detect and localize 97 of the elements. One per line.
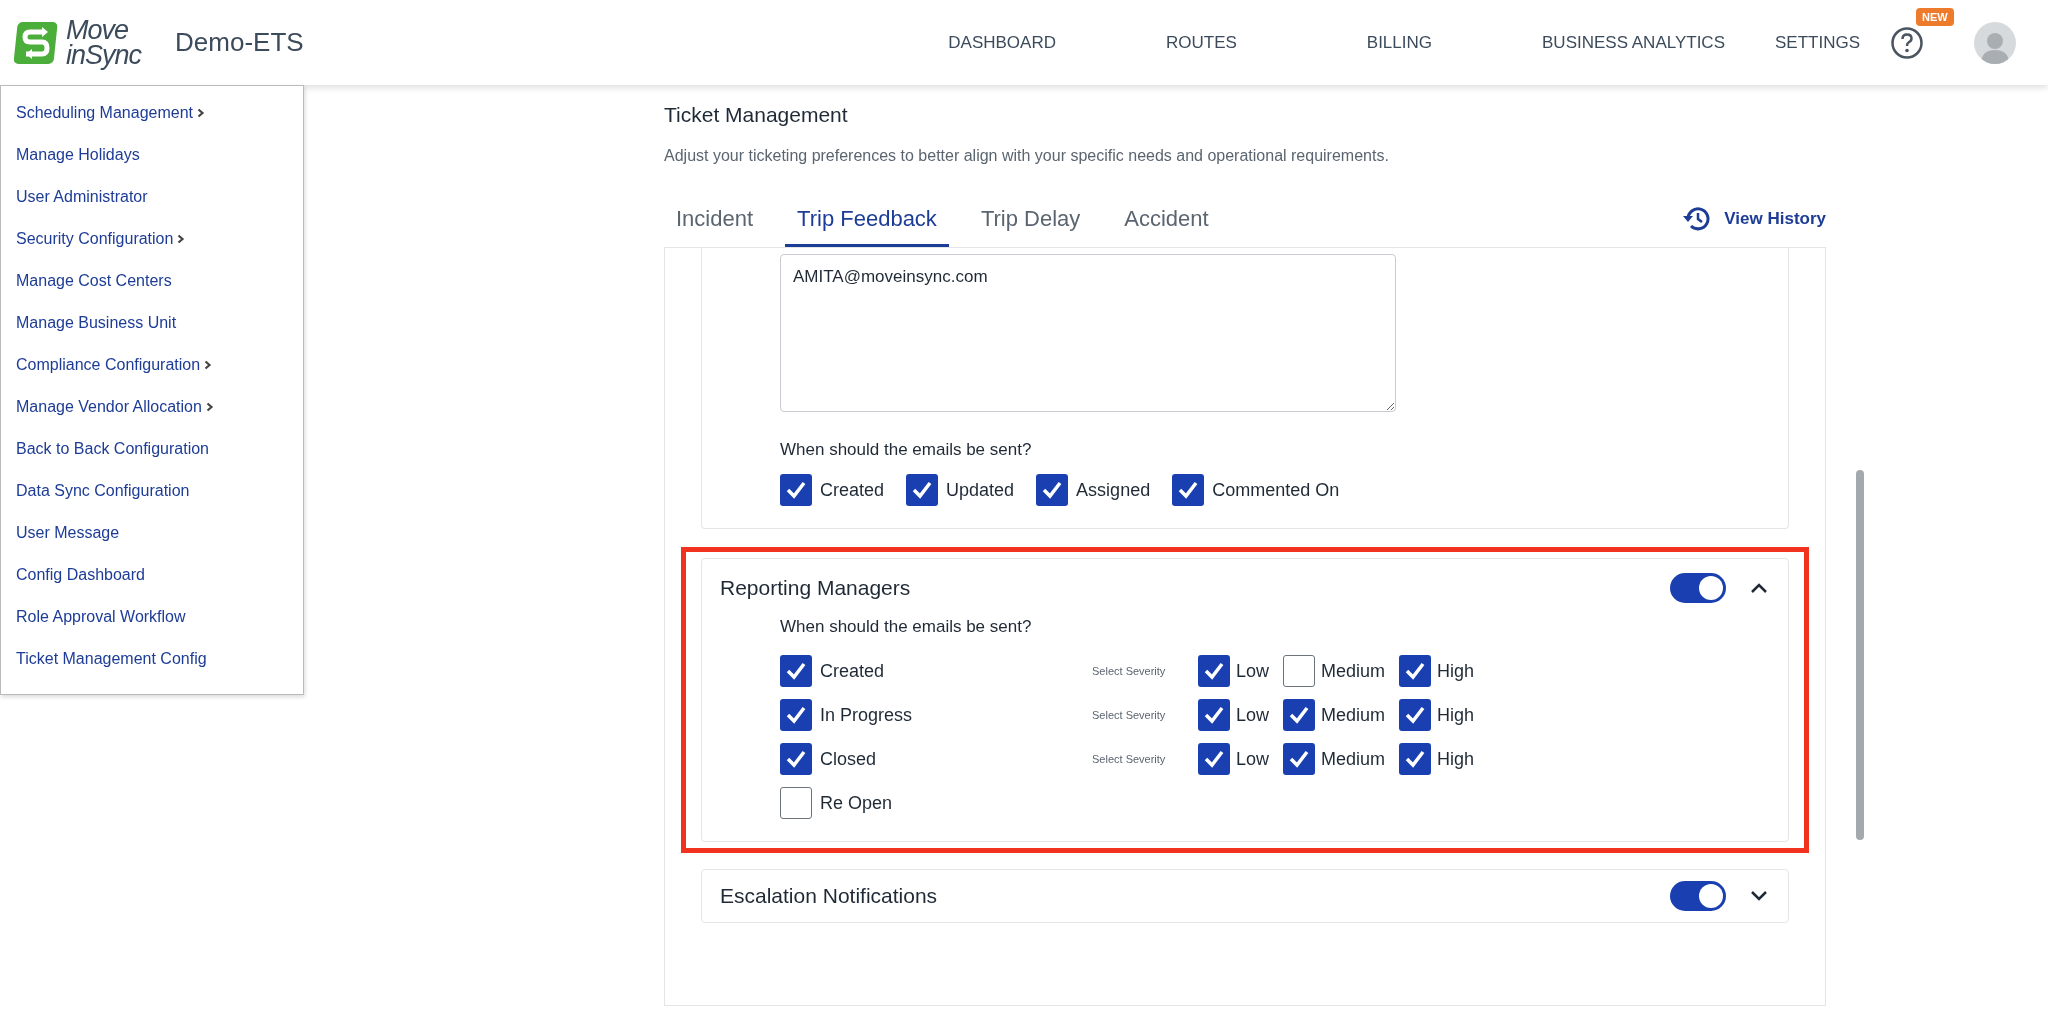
checkbox[interactable] <box>1399 655 1432 687</box>
checkbox[interactable] <box>1198 699 1230 731</box>
severity-label: Select Severity <box>1092 709 1167 721</box>
checkbox[interactable] <box>1399 699 1432 731</box>
section-title: Reporting Managers <box>720 576 911 600</box>
menu-item[interactable]: Back to Back Configuration <box>1 428 303 470</box>
checkbox-label: High <box>1437 748 1475 770</box>
checkbox-label: In Progress <box>820 704 913 726</box>
menu-item[interactable]: Manage Cost Centers <box>1 260 303 302</box>
checkbox[interactable] <box>1198 743 1230 775</box>
logo-text: Move inSync <box>66 17 142 68</box>
nav-link[interactable]: DASHBOARD <box>948 32 1056 53</box>
check-icon <box>1404 704 1427 726</box>
toggle-switch[interactable] <box>1670 573 1726 603</box>
menu-item[interactable]: Manage Holidays <box>1 134 303 176</box>
menu-item[interactable]: User Message <box>1 512 303 554</box>
check-icon <box>911 479 934 501</box>
menu-item[interactable]: Manage Vendor Allocation <box>1 386 303 428</box>
tab[interactable]: Accident <box>1112 206 1221 247</box>
page-title: Ticket Management <box>664 103 849 127</box>
check-icon <box>1203 704 1225 726</box>
organization-name: Demo-ETS <box>175 27 304 58</box>
check-icon <box>785 748 807 770</box>
severity-label: Select Severity <box>1092 753 1167 765</box>
checkbox[interactable] <box>1036 474 1069 506</box>
nav-link[interactable]: BILLING <box>1366 32 1432 53</box>
nav-link[interactable]: ROUTES <box>1165 32 1237 53</box>
checkbox[interactable] <box>780 787 812 819</box>
checkbox[interactable] <box>780 699 812 731</box>
chevron-right-icon <box>197 108 205 118</box>
check-icon <box>1288 748 1311 770</box>
checkbox[interactable] <box>1283 743 1316 775</box>
checkbox-label: Re Open <box>820 792 893 814</box>
checkbox[interactable] <box>1283 655 1316 687</box>
check-icon <box>1041 479 1064 501</box>
checkbox-label: High <box>1437 660 1475 682</box>
checkbox-label: Low <box>1236 660 1270 682</box>
menu-item[interactable]: Data Sync Configuration <box>1 470 303 512</box>
checkbox-label: Assigned <box>1076 479 1151 501</box>
checkbox-label: Low <box>1236 748 1270 770</box>
chevron-right-icon <box>205 402 214 412</box>
history-icon <box>1682 205 1713 233</box>
check-icon <box>785 660 807 682</box>
new-badge: NEW <box>1916 7 1954 26</box>
severity-label: Select Severity <box>1092 665 1167 677</box>
checkbox-label: High <box>1437 704 1475 726</box>
page-subtitle: Adjust your ticketing preferences to better align with your specific needs and operational requirements. <box>664 147 1390 165</box>
check-icon <box>785 479 807 501</box>
checkbox[interactable] <box>1283 699 1316 731</box>
menu-item[interactable]: Config Dashboard <box>1 554 303 596</box>
menu-item[interactable]: Ticket Management Config <box>1 638 303 680</box>
section-title: Escalation Notifications <box>720 884 938 908</box>
check-icon <box>1203 660 1225 682</box>
chevron-up-icon[interactable] <box>1750 582 1768 594</box>
checkbox[interactable] <box>906 474 939 506</box>
checkbox-label: Created <box>820 660 885 682</box>
check-icon <box>1177 479 1200 501</box>
menu-item[interactable]: Manage Business Unit <box>1 302 303 344</box>
nav-link[interactable]: BUSINESS ANALYTICS <box>1542 32 1725 53</box>
checkbox-label: Medium <box>1321 660 1386 682</box>
checkbox-label: Created <box>820 479 885 501</box>
menu-item[interactable]: Security Configuration <box>1 218 303 260</box>
question-text: When should the emails be sent? <box>780 440 1033 460</box>
checkbox[interactable] <box>1399 743 1432 775</box>
menu-item[interactable]: User Administrator <box>1 176 303 218</box>
checkbox[interactable] <box>1198 655 1230 687</box>
scrollbar-thumb[interactable] <box>1856 470 1864 840</box>
tab[interactable]: Trip Delay <box>968 206 1093 247</box>
chevron-down-icon[interactable] <box>1750 890 1768 902</box>
checkbox[interactable] <box>780 743 812 775</box>
check-icon <box>1288 704 1311 726</box>
checkbox-label: Medium <box>1321 704 1386 726</box>
toggle-switch[interactable] <box>1670 881 1726 911</box>
menu-item[interactable]: Scheduling Management <box>1 92 303 134</box>
chevron-right-icon <box>177 234 186 244</box>
checkbox-label: Low <box>1236 704 1270 726</box>
check-icon <box>1404 748 1427 770</box>
menu-item[interactable]: Compliance Configuration <box>1 344 303 386</box>
checkbox[interactable] <box>1172 474 1205 506</box>
checkbox[interactable] <box>780 655 812 687</box>
checkbox-label: Closed <box>820 748 877 770</box>
chevron-right-icon <box>204 360 213 370</box>
question-text: When should the emails be sent? <box>780 617 1033 637</box>
logo-icon <box>14 19 60 66</box>
email-textarea[interactable]: AMITA@moveinsync.com <box>780 254 1396 412</box>
nav-link[interactable]: SETTINGS <box>1775 32 1860 53</box>
view-history-link[interactable]: View History <box>1682 205 1826 247</box>
check-icon <box>785 704 807 726</box>
check-icon <box>1404 660 1427 682</box>
tab[interactable]: Incident <box>664 206 766 247</box>
help-icon[interactable] <box>1890 25 1924 60</box>
menu-item[interactable]: Role Approval Workflow <box>1 596 303 638</box>
checkbox[interactable] <box>780 474 812 506</box>
check-icon <box>1203 748 1225 770</box>
checkbox-label: Updated <box>946 479 1015 501</box>
checkbox-label: Medium <box>1321 748 1386 770</box>
checkbox-label: Commented On <box>1212 479 1340 501</box>
